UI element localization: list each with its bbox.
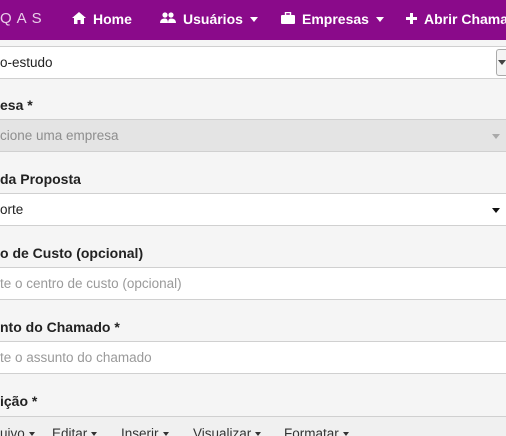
- chevron-down-icon[interactable]: [496, 49, 506, 76]
- menu-formatar-label: Formatar: [284, 426, 339, 436]
- tipo-select[interactable]: o-estudo: [0, 46, 506, 79]
- chevron-down-icon: [492, 208, 500, 213]
- proposta-value: orte: [0, 202, 24, 217]
- menu-visualizar[interactable]: Visualizar: [193, 426, 262, 436]
- nav-usuarios[interactable]: Usuários: [160, 11, 258, 27]
- menu-editar[interactable]: Editar: [52, 426, 98, 436]
- centro-custo-label: o de Custo (opcional): [0, 245, 144, 261]
- assunto-placeholder: te o assunto do chamado: [0, 350, 152, 365]
- chevron-down-icon: [342, 431, 349, 436]
- centro-custo-placeholder: te o centro de custo (opcional): [0, 276, 182, 291]
- home-icon: [72, 11, 86, 27]
- nav-usuarios-label: Usuários: [183, 11, 243, 27]
- chevron-down-icon: [249, 17, 258, 22]
- nav-abrir-chamado[interactable]: Abrir Chamado: [406, 11, 506, 27]
- menu-arquivo-label: uivo: [0, 426, 25, 436]
- centro-custo-input[interactable]: te o centro de custo (opcional): [0, 267, 506, 300]
- chevron-down-icon: [375, 17, 384, 22]
- empresa-placeholder: cione uma empresa: [0, 128, 119, 143]
- users-icon: [160, 11, 176, 27]
- brand-logo[interactable]: QAS: [0, 10, 47, 27]
- descricao-label: ição *: [0, 393, 38, 409]
- chevron-down-icon: [28, 431, 35, 436]
- assunto-input[interactable]: te o assunto do chamado: [0, 341, 506, 374]
- empresa-select[interactable]: cione uma empresa: [0, 119, 506, 152]
- nav-home[interactable]: Home: [72, 11, 132, 27]
- proposta-select[interactable]: orte: [0, 193, 506, 226]
- chevron-down-icon: [91, 431, 98, 436]
- proposta-label: da Proposta: [0, 171, 81, 187]
- chevron-down-icon: [492, 134, 500, 139]
- nav-abrir-chamado-label: Abrir Chamado: [424, 11, 506, 27]
- menu-editar-label: Editar: [52, 426, 88, 436]
- chevron-down-icon: [162, 431, 169, 436]
- nav-empresas-label: Empresas: [302, 11, 369, 27]
- menu-formatar[interactable]: Formatar: [284, 426, 349, 436]
- tipo-select-value: o-estudo: [0, 55, 53, 70]
- briefcase-icon: [281, 11, 295, 27]
- menu-visualizar-label: Visualizar: [193, 426, 252, 436]
- empresa-label: esa *: [0, 97, 33, 113]
- assunto-label: nto do Chamado *: [0, 319, 120, 335]
- menu-inserir[interactable]: Inserir: [121, 426, 169, 436]
- plus-icon: [406, 11, 417, 27]
- menu-inserir-label: Inserir: [121, 426, 159, 436]
- nav-empresas[interactable]: Empresas: [281, 11, 384, 27]
- nav-home-label: Home: [93, 11, 132, 27]
- top-navbar: QAS Home Usuários Empresas Abrir Chamado: [0, 0, 506, 40]
- menu-arquivo[interactable]: uivo: [0, 426, 35, 436]
- chevron-down-icon: [255, 431, 262, 436]
- editor-menubar: uivo Editar Inserir Visualizar Formatar: [0, 416, 506, 436]
